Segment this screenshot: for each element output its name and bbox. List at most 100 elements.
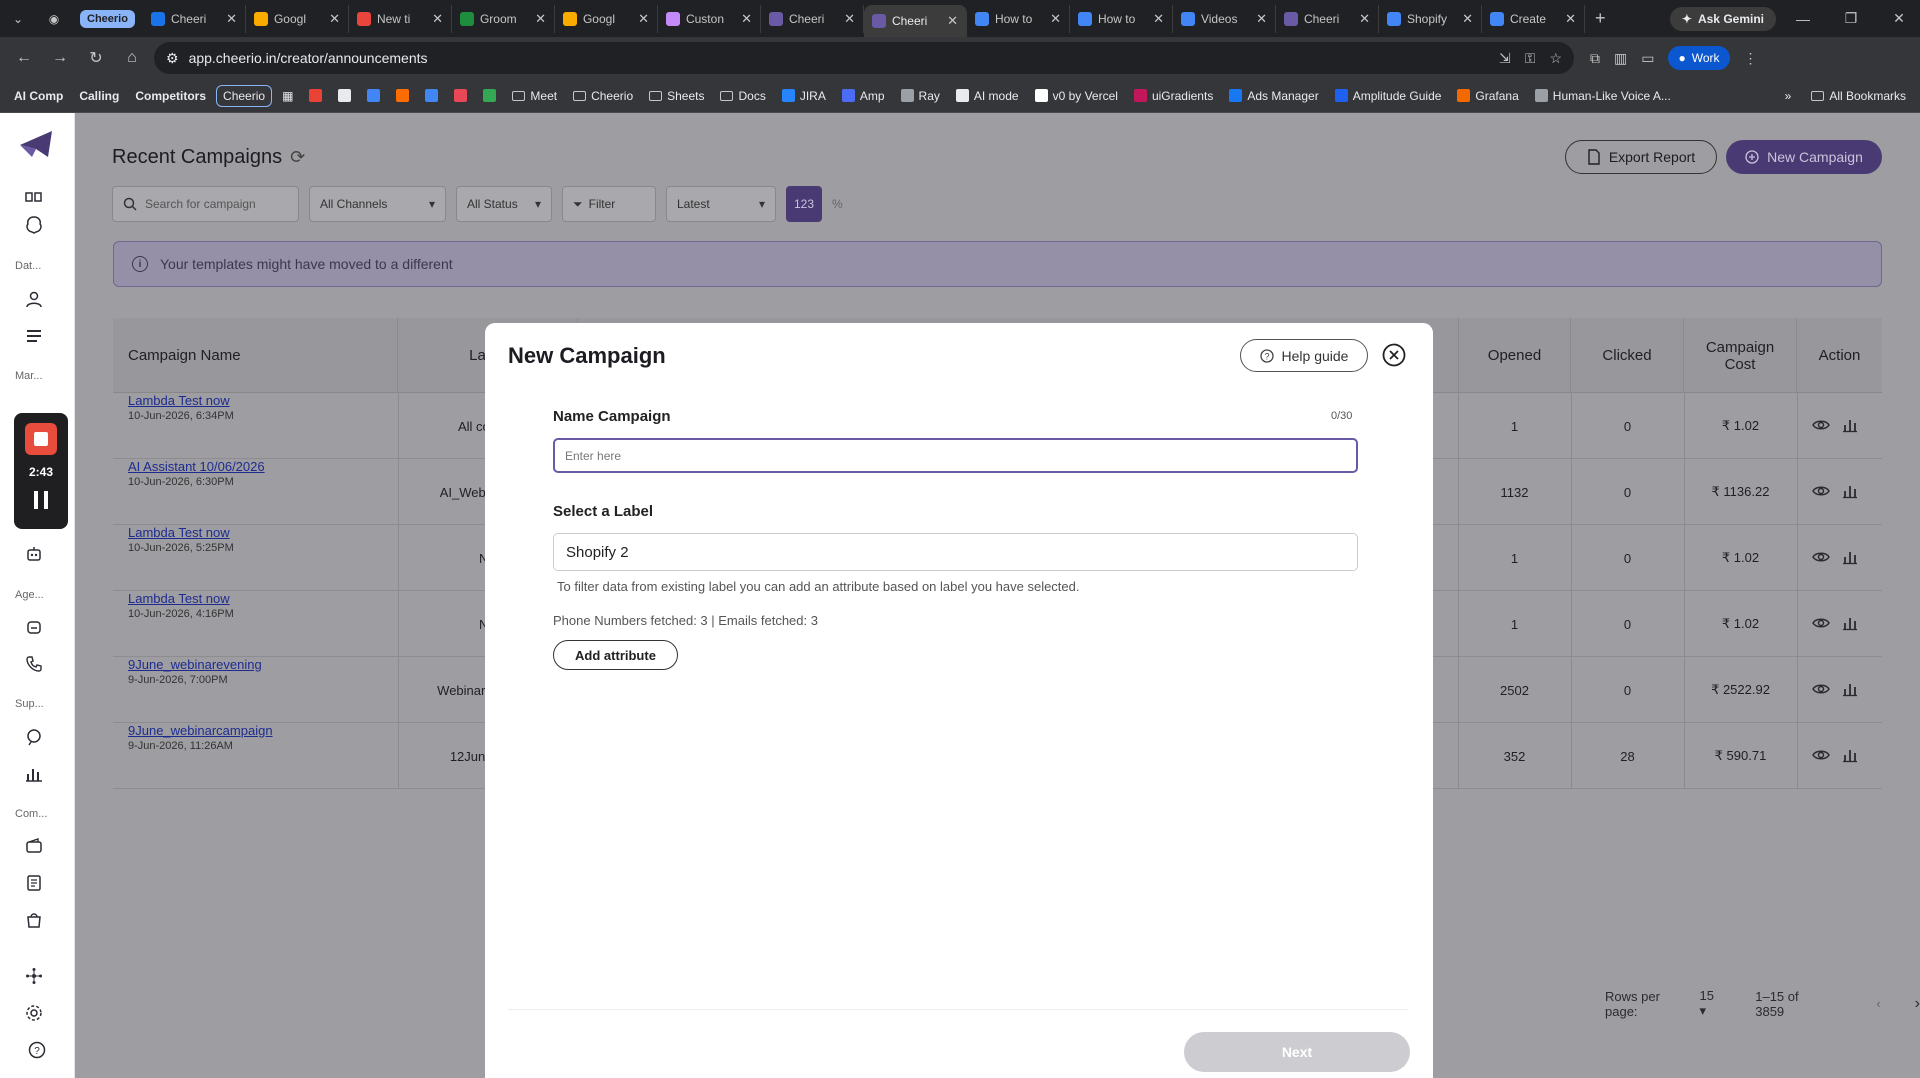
view-eye-icon[interactable] xyxy=(1812,680,1830,698)
sort-select[interactable]: Latest ▾ xyxy=(666,186,776,222)
site-info-icon[interactable]: ⚙ xyxy=(166,50,179,67)
bookmarks-overflow-icon[interactable]: » xyxy=(1785,89,1792,103)
bookmark-item[interactable]: Human-Like Voice A... xyxy=(1529,86,1677,106)
ai-brain-icon[interactable] xyxy=(22,213,46,237)
add-attribute-button[interactable]: Add attribute xyxy=(553,640,678,670)
templates-icon[interactable] xyxy=(22,324,46,348)
browser-tab[interactable]: Shopify ✕ xyxy=(1379,4,1482,33)
export-report-button[interactable]: Export Report xyxy=(1565,140,1717,174)
shopping-bag-icon[interactable] xyxy=(22,908,46,932)
browser-tab[interactable]: Groom ✕ xyxy=(452,4,555,33)
bookmark-shortcut-icon[interactable] xyxy=(361,86,386,105)
browser-tab[interactable]: Videos ✕ xyxy=(1173,4,1276,33)
view-eye-icon[interactable] xyxy=(1812,416,1830,434)
browser-tab[interactable]: Custon ✕ xyxy=(658,4,761,33)
new-campaign-button[interactable]: New Campaign xyxy=(1726,140,1882,174)
analytics-bar-icon[interactable] xyxy=(1841,482,1859,500)
help-guide-button[interactable]: ? Help guide xyxy=(1240,339,1368,372)
bookmark-item[interactable]: Calling xyxy=(73,86,125,106)
browser-tab[interactable]: Googl ✕ xyxy=(555,4,658,33)
reload-icon[interactable]: ↻ xyxy=(82,48,110,68)
browser-menu-icon[interactable]: ⋮ xyxy=(1744,50,1758,67)
view-eye-icon[interactable] xyxy=(1812,482,1830,500)
phone-icon[interactable] xyxy=(22,652,46,676)
bookmark-item[interactable]: Ray xyxy=(895,86,946,106)
analytics-bar-icon[interactable] xyxy=(1841,416,1859,434)
bookmark-item[interactable]: Grafana xyxy=(1451,86,1524,106)
bookmark-item[interactable]: Amplitude Guide xyxy=(1329,86,1448,106)
bookmark-shortcut-icon[interactable] xyxy=(332,86,357,105)
side-panel-icon[interactable]: ▥ xyxy=(1614,50,1627,67)
record-stop-button[interactable] xyxy=(25,423,57,455)
view-eye-icon[interactable] xyxy=(1812,548,1830,566)
analytics-bar-icon[interactable] xyxy=(1841,680,1859,698)
close-modal-icon[interactable] xyxy=(1382,343,1406,367)
browser-tab[interactable]: New ti ✕ xyxy=(349,4,452,33)
analytics-bar-icon[interactable] xyxy=(1841,746,1859,764)
campaign-name-link[interactable]: AI Assistant 10/06/2026 xyxy=(128,459,265,474)
col-clicked[interactable]: Clicked xyxy=(1571,318,1684,393)
analytics-bar-icon[interactable] xyxy=(1841,614,1859,632)
install-app-icon[interactable]: ⇲ xyxy=(1499,50,1511,67)
tab-search-chevron-icon[interactable]: ⌄ xyxy=(0,0,36,37)
close-tab-icon[interactable]: ✕ xyxy=(1359,11,1370,27)
view-eye-icon[interactable] xyxy=(1812,746,1830,764)
campaign-search-input[interactable]: Search for campaign xyxy=(112,186,299,222)
campaign-name-link[interactable]: Lambda Test now xyxy=(128,525,230,540)
close-tab-icon[interactable]: ✕ xyxy=(1462,11,1473,27)
close-window-icon[interactable]: ✕ xyxy=(1878,10,1920,27)
bookmark-shortcut-icon[interactable] xyxy=(303,86,328,105)
next-button[interactable]: Next xyxy=(1184,1032,1410,1072)
agent-icon[interactable] xyxy=(22,615,46,639)
bookmark-item[interactable]: Docs xyxy=(714,86,771,106)
close-tab-icon[interactable]: ✕ xyxy=(329,11,340,27)
settings-gear-icon[interactable] xyxy=(22,1001,46,1025)
refresh-icon[interactable]: ⟳ xyxy=(290,147,305,168)
campaign-name-link[interactable]: Lambda Test now xyxy=(128,591,230,606)
campaign-name-input[interactable] xyxy=(553,438,1358,473)
ask-gemini-button[interactable]: ✦ Ask Gemini xyxy=(1669,6,1776,31)
bookmark-item[interactable]: Cheerio xyxy=(567,86,639,106)
browser-tab[interactable]: Create ✕ xyxy=(1482,4,1585,33)
browser-tab[interactable]: Cheeri ✕ xyxy=(143,4,246,33)
browser-tab[interactable]: How to ✕ xyxy=(967,4,1070,33)
password-key-icon[interactable]: ⚿ xyxy=(1525,50,1536,67)
new-tab-button[interactable]: + xyxy=(1585,8,1616,29)
bookmark-shortcut-icon[interactable] xyxy=(448,86,473,105)
close-tab-icon[interactable]: ✕ xyxy=(1153,11,1164,27)
label-select[interactable]: Shopify 2 xyxy=(553,533,1358,571)
next-page-icon[interactable]: › xyxy=(1915,995,1920,1013)
close-tab-icon[interactable]: ✕ xyxy=(741,11,752,27)
contacts-icon[interactable] xyxy=(22,287,46,311)
campaign-name-link[interactable]: 9June_webinarcampaign xyxy=(128,723,273,738)
grid-nav-icon[interactable] xyxy=(22,185,46,209)
url-text[interactable]: app.cheerio.in/creator/announcements xyxy=(189,50,428,66)
close-tab-icon[interactable]: ✕ xyxy=(1256,11,1267,27)
bookmark-shortcut-icon[interactable] xyxy=(477,86,502,105)
filter-button[interactable]: ⏷ Filter xyxy=(562,186,656,222)
number-toggle[interactable]: 123 xyxy=(786,186,822,222)
restore-window-icon[interactable]: ❐ xyxy=(1830,10,1872,27)
cheerio-logo[interactable] xyxy=(18,127,56,161)
tab-group-cheerio[interactable]: Cheerio xyxy=(72,5,143,33)
bookmark-item[interactable]: v0 by Vercel xyxy=(1029,86,1124,106)
home-icon[interactable]: ⌂ xyxy=(118,49,146,67)
analytics-bar-icon[interactable] xyxy=(1841,548,1859,566)
prev-page-icon[interactable]: ‹ xyxy=(1876,996,1880,1011)
rows-per-page-select[interactable]: 15 ▾ xyxy=(1699,988,1721,1019)
close-tab-icon[interactable]: ✕ xyxy=(844,11,855,27)
close-tab-icon[interactable]: ✕ xyxy=(1565,11,1576,27)
bookmark-item[interactable]: uiGradients xyxy=(1128,86,1219,106)
devices-icon[interactable]: ▭ xyxy=(1641,50,1654,67)
bookmark-item[interactable]: AI Comp xyxy=(8,86,69,106)
apps-grid-icon[interactable]: ▦ xyxy=(276,86,299,106)
col-campaign-cost[interactable]: Campaign Cost xyxy=(1684,318,1797,393)
back-arrow-icon[interactable]: ← xyxy=(10,49,38,67)
bookmark-shortcut-icon[interactable] xyxy=(419,86,444,105)
extensions-icon[interactable]: ⧉ xyxy=(1590,50,1600,67)
profile-button[interactable]: ● Work xyxy=(1668,46,1730,70)
all-bookmarks-button[interactable]: All Bookmarks xyxy=(1805,86,1912,106)
bookmark-item[interactable]: Cheerio xyxy=(216,84,273,107)
minimize-window-icon[interactable]: — xyxy=(1782,11,1824,27)
bookmark-item[interactable]: AI mode xyxy=(950,86,1025,106)
